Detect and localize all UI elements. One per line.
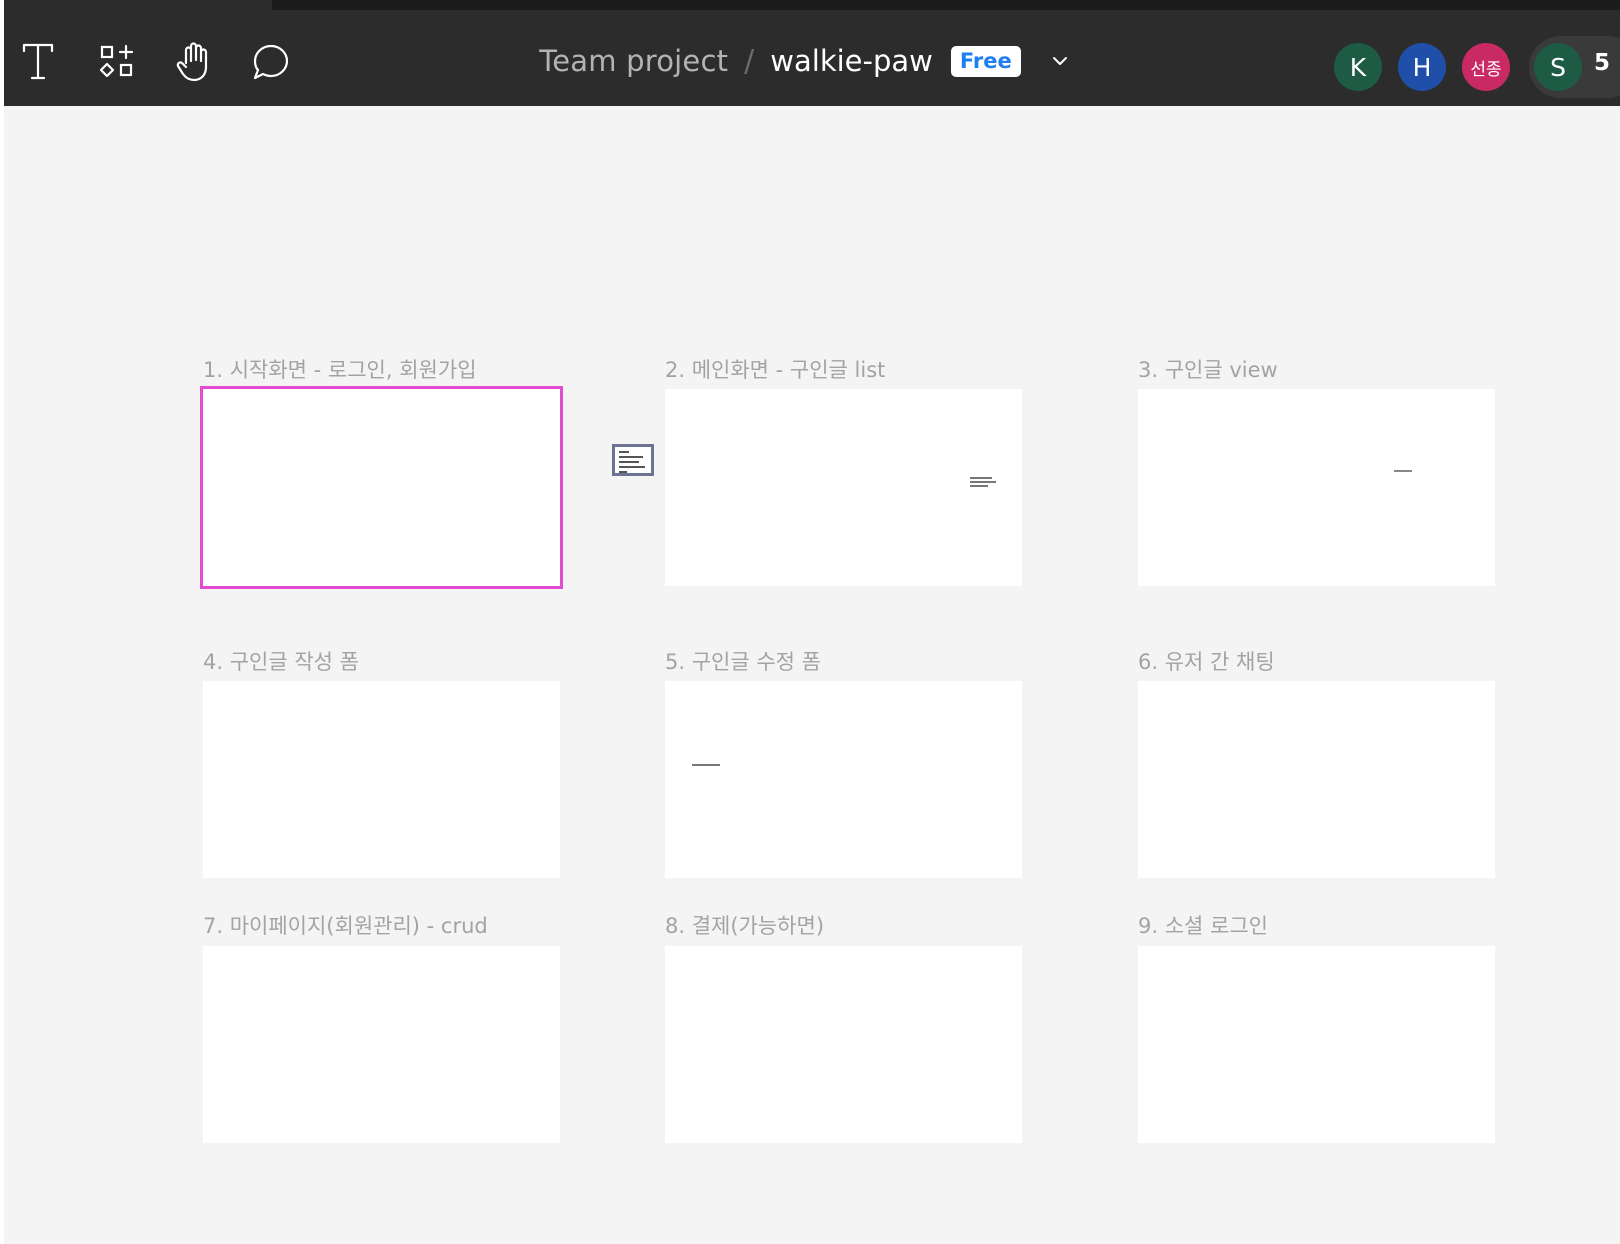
comment-tool[interactable] [247,38,295,86]
avatar[interactable]: 선종 [1462,43,1510,91]
components-icon [99,44,134,78]
frame-label[interactable]: 8. 결제(가능하면) [665,910,824,940]
hand-tool[interactable] [170,38,218,86]
tab-strip [4,0,1620,10]
breadcrumb-separator: / [744,43,755,79]
canvas[interactable]: 1. 시작화면 - 로그인, 회원가입 2. 메인화면 - 구인글 list 3… [4,106,1620,1244]
frame-user-chat[interactable] [1138,681,1495,878]
frame-post-view[interactable] [1138,389,1495,586]
figma-app: Team project / walkie-paw Free K H 선종 S … [4,0,1620,1244]
frame-label[interactable]: 3. 구인글 view [1138,354,1278,384]
text-line [619,466,645,468]
collaborator-count: 5 [1594,50,1611,76]
tiny-text-line [970,481,996,483]
text-icon [22,43,54,80]
small-frame[interactable] [612,444,654,476]
frame-post-write[interactable] [203,681,560,878]
avatar-initial: K [1349,52,1367,82]
current-user-avatar[interactable]: S [1534,43,1582,91]
text-line [619,456,643,458]
frame-label[interactable]: 4. 구인글 작성 폼 [203,646,359,676]
avatar-initial: S [1550,52,1566,82]
frame-my-page[interactable] [203,946,560,1143]
file-name[interactable]: walkie-paw [770,44,933,78]
text-tool[interactable] [14,38,62,86]
tiny-text-line [692,764,720,766]
hand-icon [176,42,208,82]
comment-icon [253,44,289,80]
frame-label[interactable]: 1. 시작화면 - 로그인, 회원가입 [203,354,477,384]
frame-label[interactable]: 6. 유저 간 채팅 [1138,646,1275,676]
avatar[interactable]: K [1334,43,1382,91]
text-line [619,471,627,473]
frame-social-login[interactable] [1138,946,1495,1143]
frame-label[interactable]: 9. 소셜 로그인 [1138,910,1268,940]
avatar-initial: H [1412,52,1432,82]
frame-start-screen[interactable] [200,386,563,589]
plan-badge[interactable]: Free [950,45,1021,77]
avatar[interactable]: H [1398,43,1446,91]
frame-payment[interactable] [665,946,1022,1143]
frame-label[interactable]: 5. 구인글 수정 폼 [665,646,821,676]
tiny-text-line [970,477,992,479]
avatar-initial: 선종 [1470,59,1502,80]
toolbar: Team project / walkie-paw Free K H 선종 S … [4,10,1620,106]
file-menu-button[interactable] [1045,46,1075,76]
tiny-text-line [1394,470,1412,472]
frame-label[interactable]: 7. 마이페이지(회원관리) - crud [203,910,488,940]
frame-post-edit[interactable] [665,681,1022,878]
text-line [619,451,629,453]
breadcrumb: Team project / walkie-paw Free [539,44,1074,79]
frame-main-list[interactable] [665,389,1022,586]
active-tab[interactable] [4,0,272,10]
frame-label[interactable]: 2. 메인화면 - 구인글 list [665,354,885,384]
components-tool[interactable] [93,38,141,86]
breadcrumb-team[interactable]: Team project [539,44,728,78]
text-line [619,461,639,463]
tiny-text-line [970,485,988,487]
chevron-down-icon [1052,57,1067,65]
